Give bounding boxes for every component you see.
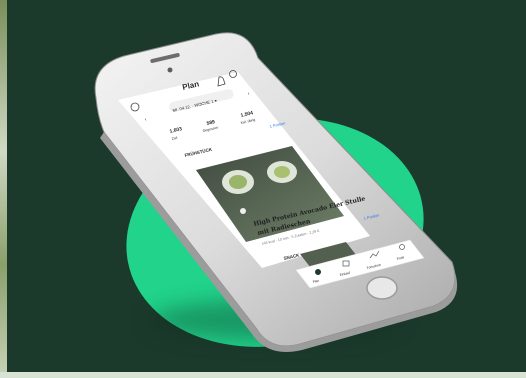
phone-mockup: Plan ‹ MI. 04.12. · WOCHE 1 ▾ › 1.603 Zi… [0,0,526,378]
avocado-toast-left [229,175,247,189]
favorite-icon[interactable] [240,208,246,214]
avocado-toast-right [274,166,290,178]
phone-illustration: Plan ‹ MI. 04.12. · WOCHE 1 ▾ › 1.603 Zi… [94,32,458,352]
front-camera [167,67,173,73]
plan-icon[interactable] [315,269,321,275]
home-button [366,276,398,300]
